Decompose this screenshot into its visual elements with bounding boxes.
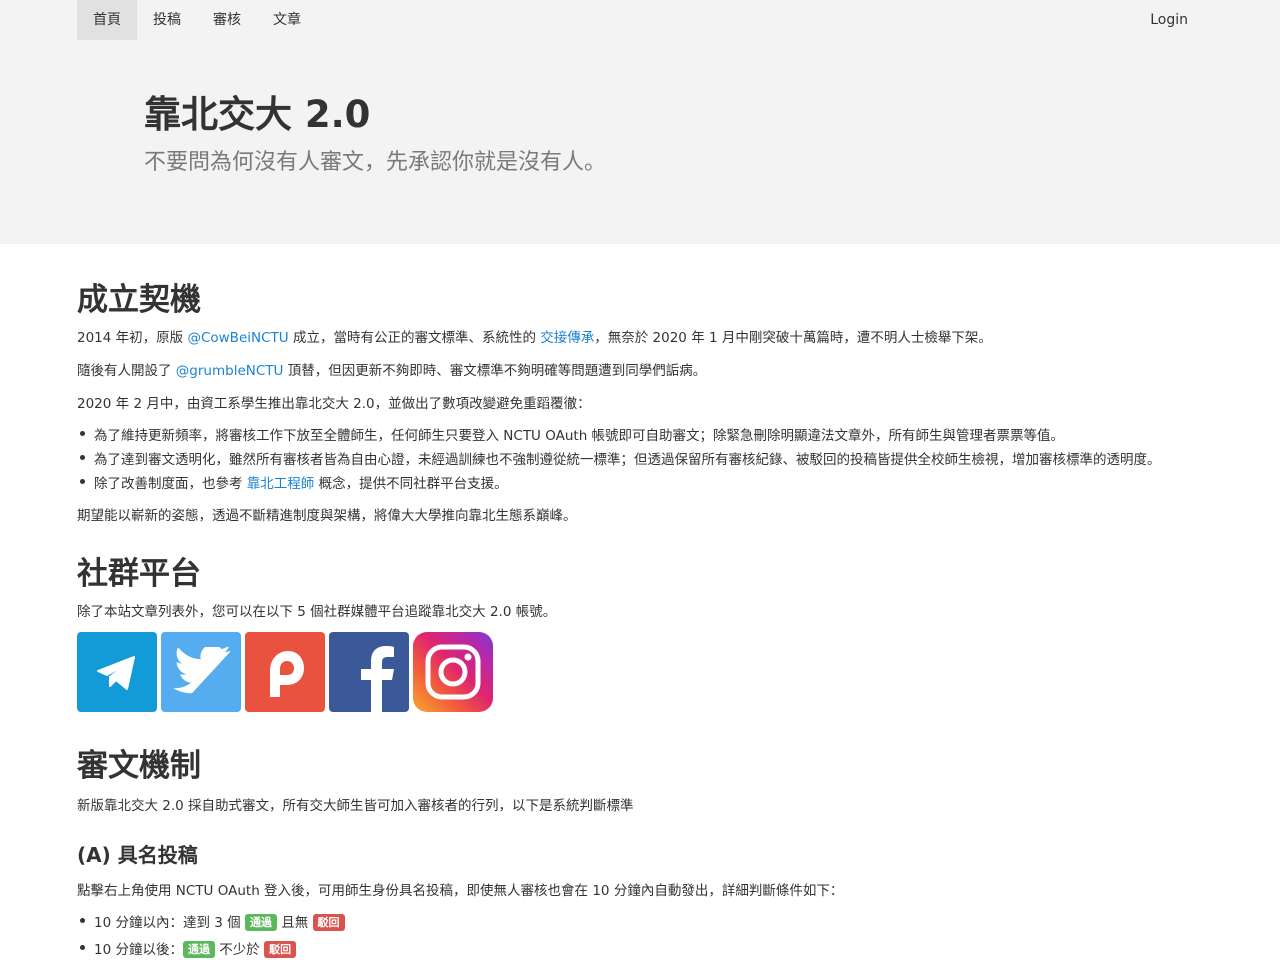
text: 成立，當時有公正的審文標準、系統性的 [288,330,541,346]
bullet [80,479,85,484]
list-item: 為了維持更新頻率，將審核工作下放至全體師生，任何師生只要登入 NCTU OAut… [80,424,1065,444]
site-subtitle: 不要問為何沒有人審文，先承認你就是沒有人。 [144,150,607,175]
origin-paragraph-4: 期望能以嶄新的姿態，透過不斷精進制度與架構，將偉大大學推向靠北生態系巔峰。 [77,508,577,524]
twitter-icon[interactable] [161,632,241,712]
cowbeinctu-link[interactable]: @CowBeiNCTU [187,330,288,346]
nav-item-review[interactable]: 審核 [197,0,257,40]
text: 10 分鐘以內：達到 3 個 [94,915,245,931]
login-link[interactable]: Login [1150,0,1188,40]
nav-links: 首頁 投稿 審核 文章 [77,0,317,40]
reject-badge: 駁回 [264,941,297,958]
text: ，無奈於 2020 年 1 月中剛突破十萬篇時，遭不明人士檢舉下架。 [594,330,992,346]
bullet [80,918,85,923]
section-heading-social: 社群平台 [77,556,201,592]
named-post-paragraph: 點擊右上角使用 NCTU OAuth 登入後，可用師生身份具名投稿，即使無人審核… [77,883,844,899]
text: 除了改善制度面，也參考 [94,476,247,492]
nav-item-submit[interactable]: 投稿 [137,0,197,40]
text: 隨後有人開設了 [77,363,176,379]
list-item: 10 分鐘以內：達到 3 個 通過 且無 駁回 [80,911,345,931]
text: 為了達到審文透明化，雖然所有審核者皆為自由心證，未經過訓練也不強制遵從統一標準；… [94,452,1161,468]
social-intro: 除了本站文章列表外，您可以在以下 5 個社群媒體平台追蹤靠北交大 2.0 帳號。 [77,604,557,620]
section-heading-review: 審文機制 [77,748,201,784]
list-item: 10 分鐘以後： 通過 不少於 駁回 [80,938,297,958]
site-title: 靠北交大 2.0 [144,93,371,136]
bullet [80,945,85,950]
plurk-icon[interactable] [245,632,325,712]
text: 為了維持更新頻率，將審核工作下放至全體師生，任何師生只要登入 NCTU OAut… [94,428,1065,444]
origin-paragraph-1: 2014 年初，原版 @CowBeiNCTU 成立，當時有公正的審文標準、系統性… [77,326,992,346]
grumblenctu-link[interactable]: @grumbleNCTU [176,363,284,379]
top-navbar: 首頁 投稿 審核 文章 Login [0,0,1280,40]
reject-badge: 駁回 [312,914,345,931]
text: 10 分鐘以後： [94,942,183,958]
section-heading-origin: 成立契機 [77,282,201,318]
kaobei-engineer-link[interactable]: 靠北工程師 [247,476,315,492]
review-intro: 新版靠北交大 2.0 採自助式審文，所有交大師生皆可加入審核者的行列，以下是系統… [77,798,634,814]
approve-badge: 通過 [244,914,277,931]
text: 且無 [276,915,313,931]
nav-item-articles[interactable]: 文章 [257,0,317,40]
subheading-named-post: (A) 具名投稿 [77,843,198,867]
handover-link[interactable]: 交接傳承 [540,330,594,346]
instagram-icon[interactable] [413,632,493,712]
text: 2014 年初，原版 [77,330,188,346]
list-item: 除了改善制度面，也參考 靠北工程師 概念，提供不同社群平台支援。 [80,472,508,492]
origin-paragraph-3: 2020 年 2 月中，由資工系學生推出靠北交大 2.0，並做出了數項改變避免重… [77,396,591,412]
telegram-icon[interactable] [77,632,157,712]
facebook-icon[interactable] [329,632,409,712]
bullet [80,455,85,460]
approve-badge: 通過 [182,941,215,958]
text: 頂替，但因更新不夠即時、審文標準不夠明確等問題遭到同學們詬病。 [283,363,707,379]
hero-banner: 靠北交大 2.0 不要問為何沒有人審文，先承認你就是沒有人。 [0,40,1280,244]
list-item: 為了達到審文透明化，雖然所有審核者皆為自由心證，未經過訓練也不強制遵從統一標準；… [80,448,1161,468]
text: 概念，提供不同社群平台支援。 [314,476,508,492]
social-icons [77,632,493,712]
nav-item-home[interactable]: 首頁 [77,0,137,40]
origin-paragraph-2: 隨後有人開設了 @grumbleNCTU 頂替，但因更新不夠即時、審文標準不夠明… [77,359,706,379]
text: 不少於 [214,942,265,958]
bullet [80,431,85,436]
